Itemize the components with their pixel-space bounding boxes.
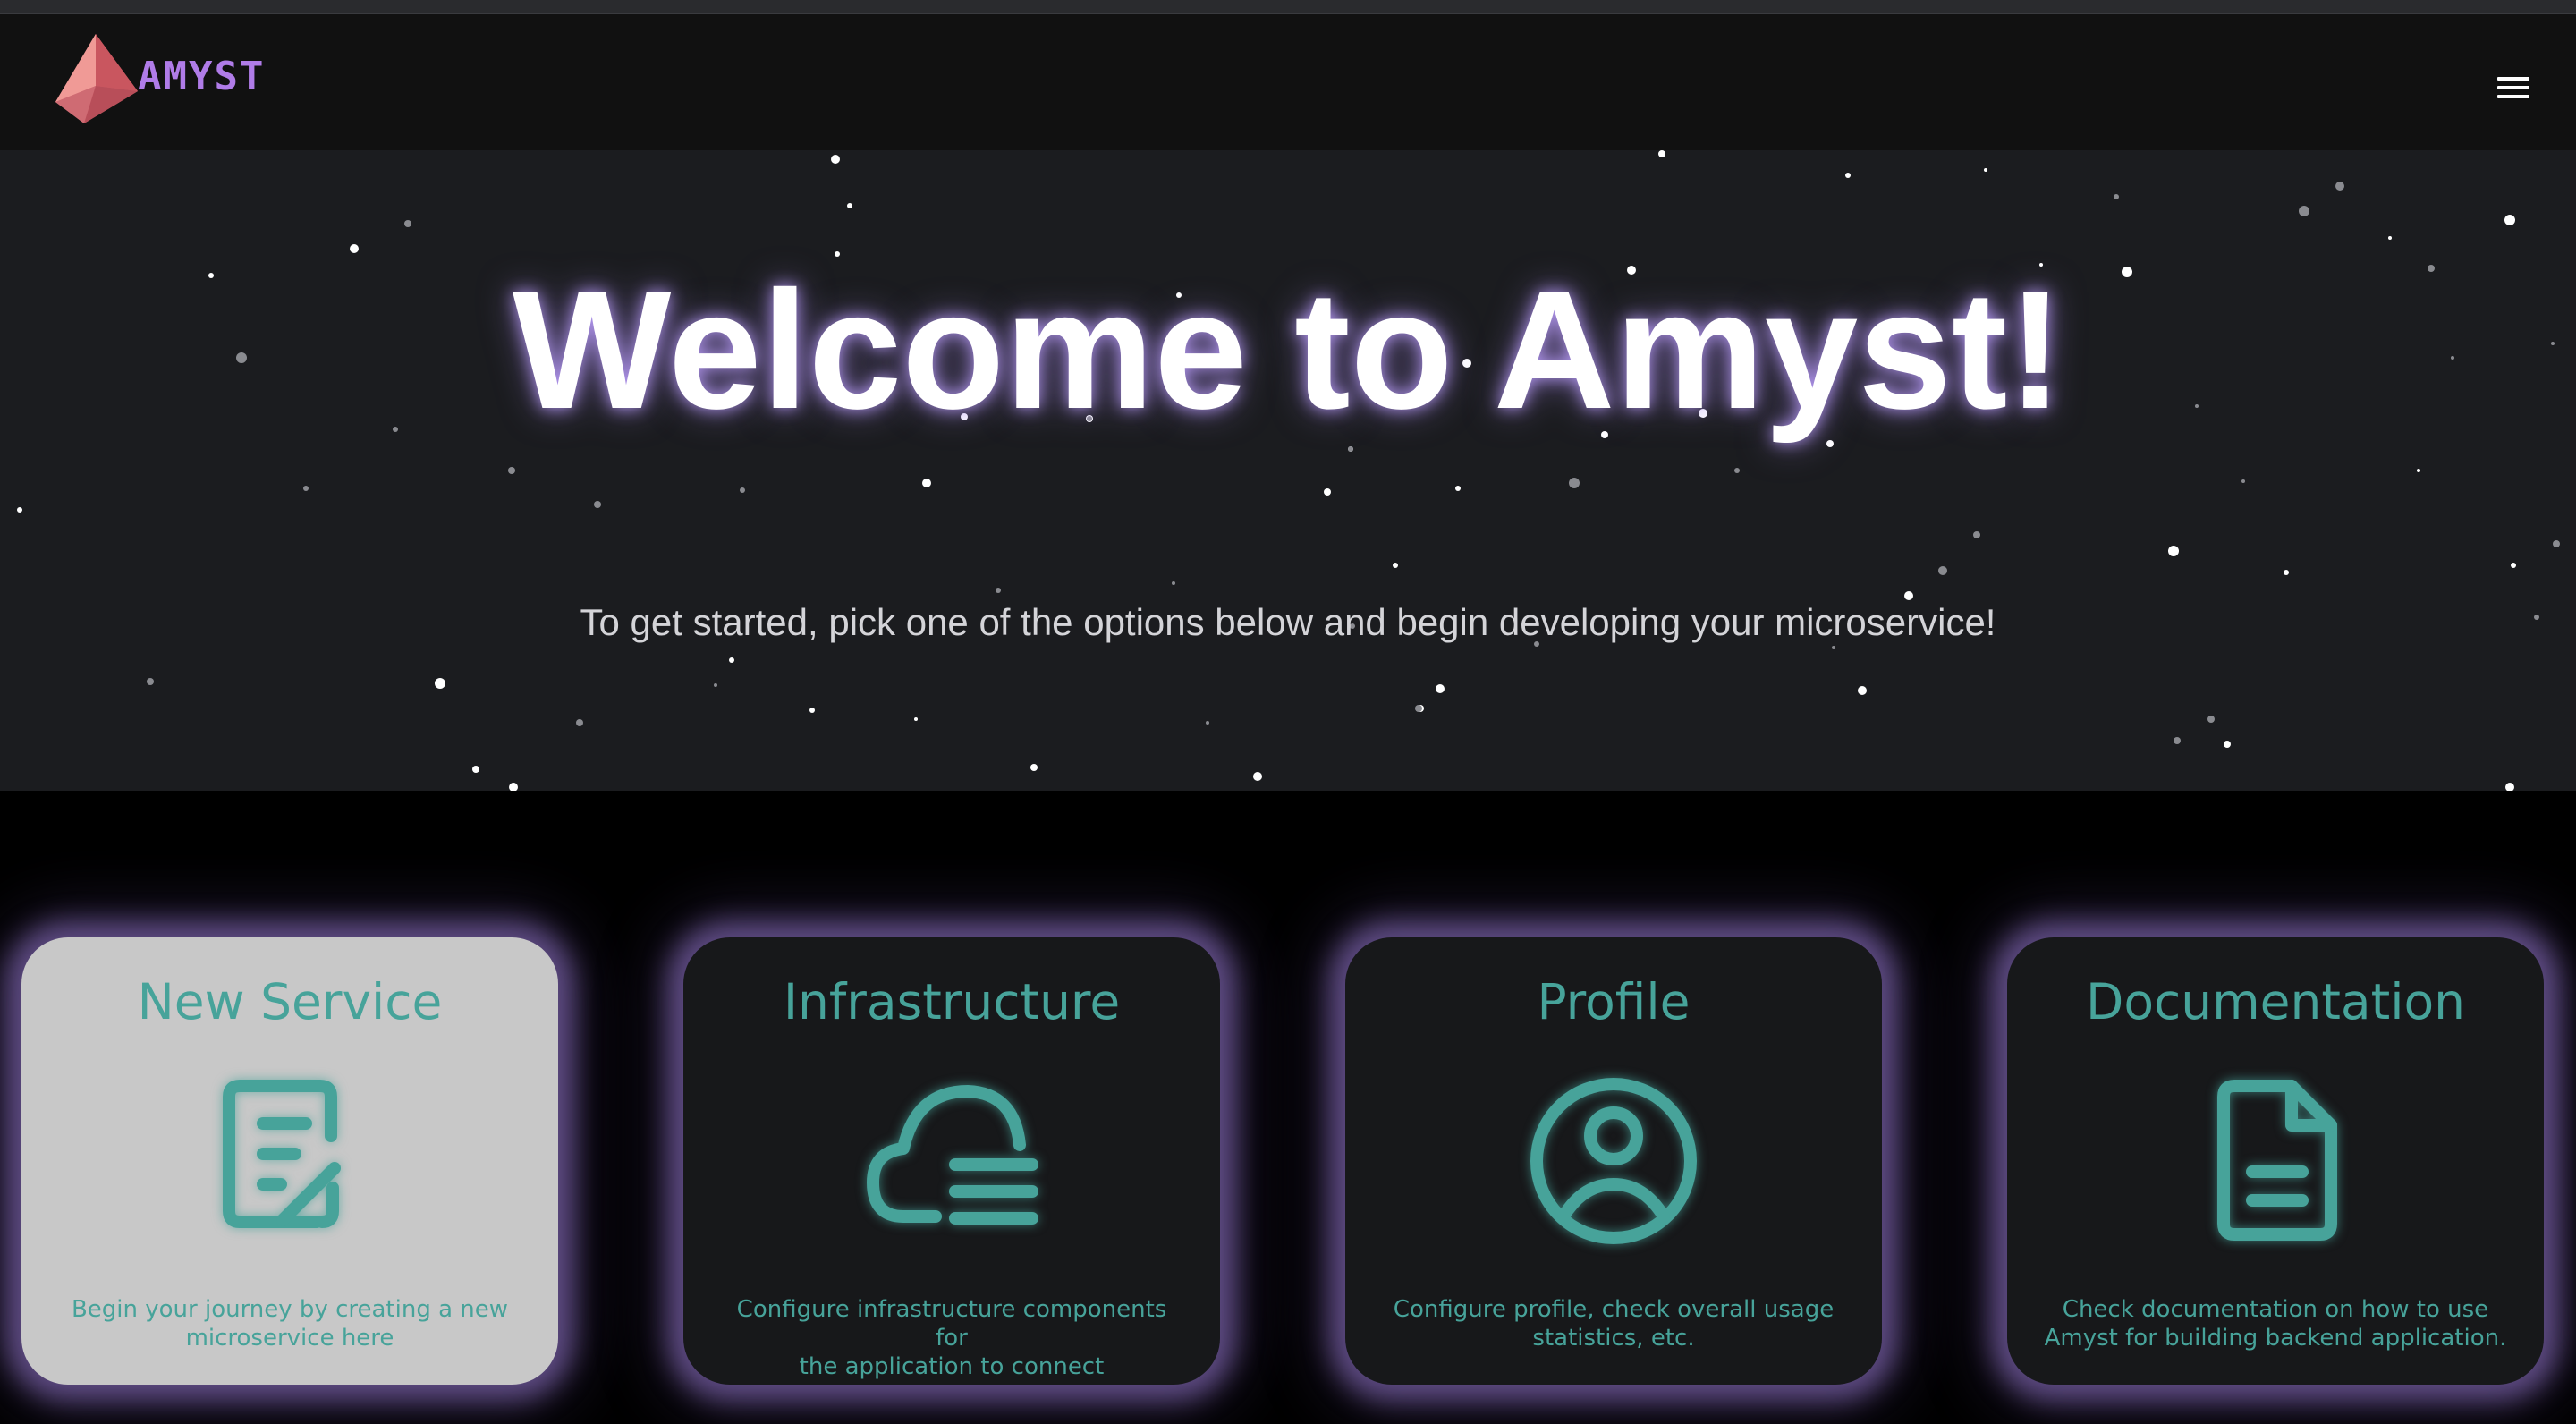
card-title: Infrastructure — [783, 973, 1121, 1030]
amyst-logo-icon[interactable] — [52, 32, 140, 125]
starfield-background — [17, 150, 2560, 791]
options-section: New Service Begin your journey by creati… — [0, 791, 2576, 1424]
card-description-line: Configure infrastructure components for — [736, 1296, 1167, 1352]
card-title: New Service — [137, 973, 443, 1030]
card-description: Configure infrastructure components for … — [719, 1295, 1184, 1381]
card-description-line: microservice here — [185, 1325, 394, 1352]
browser-top-edge — [0, 0, 2576, 14]
brand-name[interactable]: AMYST — [138, 54, 265, 99]
top-navbar: AMYST — [0, 14, 2576, 150]
new-service-card[interactable]: New Service Begin your journey by creati… — [21, 937, 558, 1385]
card-title: Profile — [1537, 973, 1690, 1030]
user-circle-icon — [1530, 1078, 1697, 1244]
hero-title: Welcome to Amyst! — [512, 256, 2064, 444]
card-description-line: Check documentation on how to use — [2062, 1296, 2489, 1323]
menu-bar-line — [2497, 95, 2529, 98]
documentation-card[interactable]: Documentation Check documentation on how… — [2007, 937, 2544, 1385]
card-description: Begin your journey by creating a new mic… — [57, 1295, 522, 1352]
card-description: Check documentation on how to use Amyst … — [2043, 1295, 2508, 1352]
card-description-line: Begin your journey by creating a new — [71, 1296, 509, 1323]
hamburger-menu-button[interactable] — [2490, 70, 2537, 106]
hero-section: Welcome to Amyst! To get started, pick o… — [0, 150, 2576, 791]
profile-card[interactable]: Profile Configure profile, check overall… — [1345, 937, 1882, 1385]
card-title: Documentation — [2086, 973, 2465, 1030]
card-description-line: Amyst for building backend application. — [2044, 1325, 2507, 1352]
document-edit-icon — [223, 1080, 341, 1228]
infrastructure-card[interactable]: Infrastructure Configure infrastructure … — [683, 937, 1220, 1385]
card-description-line: the application to connect — [799, 1353, 1105, 1380]
card-description-line: statistics, etc. — [1532, 1325, 1695, 1352]
file-text-icon — [2217, 1080, 2337, 1241]
card-description: Configure profile, check overall usage s… — [1381, 1295, 1846, 1352]
menu-bar-line — [2497, 86, 2529, 89]
hero-subtitle: To get started, pick one of the options … — [580, 601, 1996, 643]
card-description-line: Configure profile, check overall usage — [1393, 1296, 1835, 1323]
menu-bar-line — [2497, 77, 2529, 81]
cloud-list-icon — [867, 1085, 1038, 1225]
